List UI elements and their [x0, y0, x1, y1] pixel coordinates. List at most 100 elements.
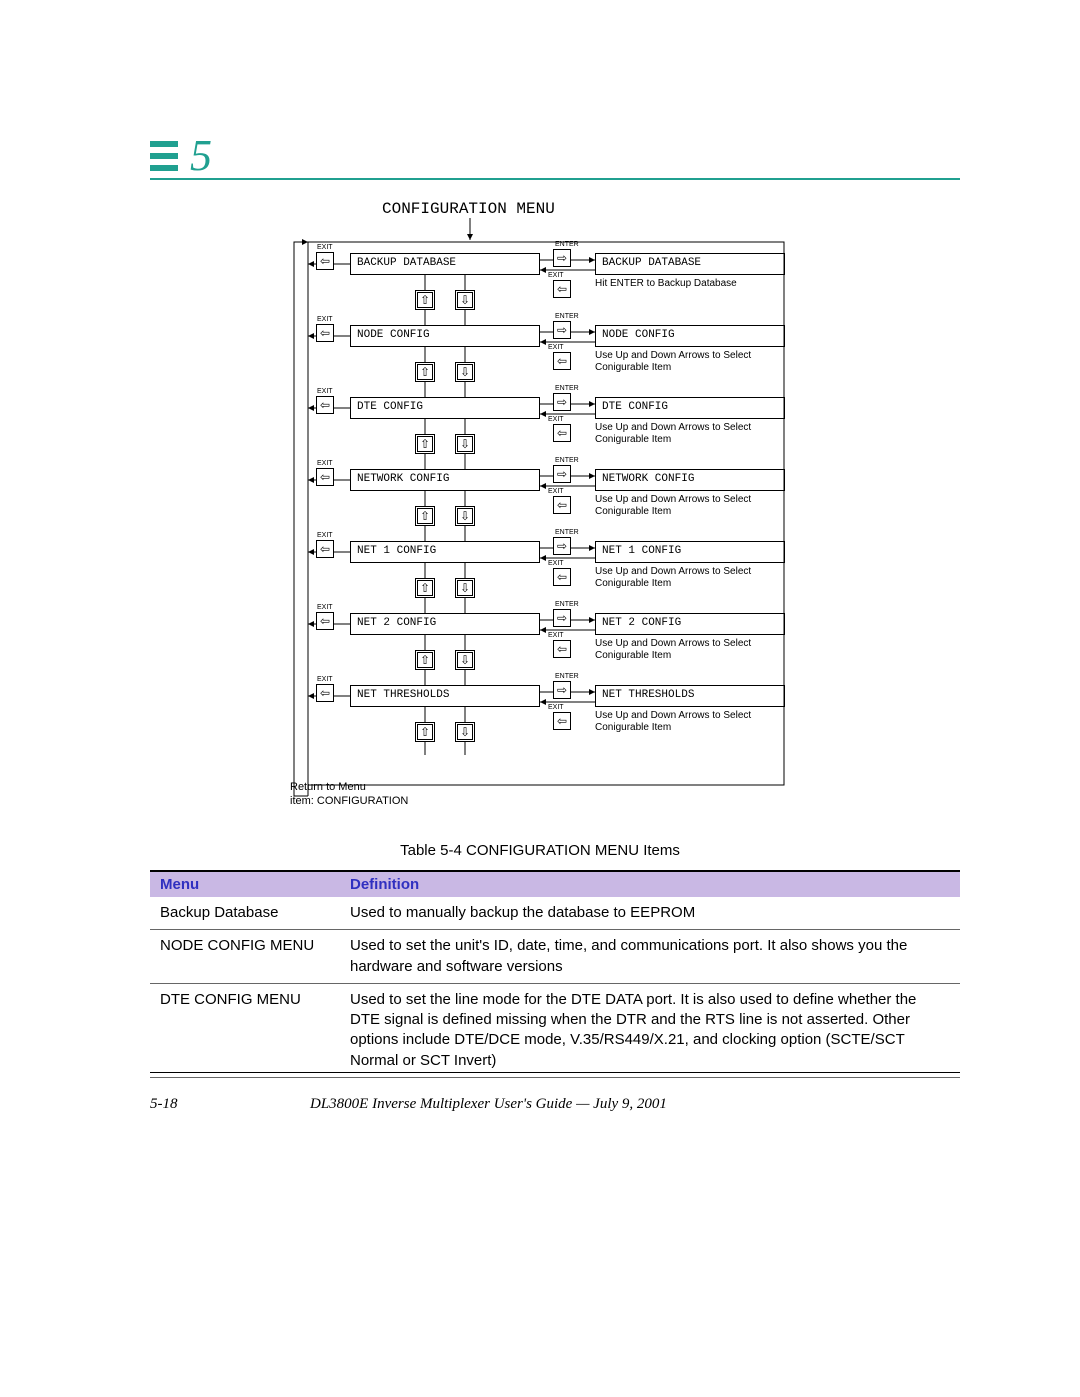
exit-label: EXIT: [317, 244, 333, 251]
arrow-right-icon: ⇨: [553, 681, 571, 699]
submenu-label: BACKUP DATABASE: [602, 257, 701, 269]
chapter-marker: 5: [150, 130, 212, 181]
arrow-down-icon: ⇩: [455, 578, 475, 598]
table-cell-definition: Used to set the unit's ID, date, time, a…: [340, 930, 960, 984]
table-caption: Table 5-4 CONFIGURATION MENU Items: [0, 842, 1080, 859]
return-note-line2: item: CONFIGURATION: [290, 795, 408, 807]
enter-label: ENTER: [555, 529, 579, 536]
arrow-left-icon: ⇦: [553, 352, 571, 370]
arrow-left-icon: ⇦: [316, 468, 334, 486]
arrow-right-icon: ⇨: [553, 465, 571, 483]
exit-label: EXIT: [317, 604, 333, 611]
table-row: NODE CONFIG MENU Used to set the unit's …: [150, 930, 960, 984]
submenu-dte-config: DTE CONFIG: [595, 397, 785, 419]
page-footer: 5-18 DL3800E Inverse Multiplexer User's …: [150, 1096, 960, 1113]
hint-text: Use Up and Down Arrows to Select Conigur…: [595, 494, 795, 518]
hint-text: Use Up and Down Arrows to Select Conigur…: [595, 566, 795, 590]
table-cell-menu: DTE CONFIG MENU: [150, 983, 340, 1077]
arrow-down-icon: ⇩: [455, 362, 475, 382]
arrow-up-icon: ⇧: [415, 506, 435, 526]
menu-item-label: NET 2 CONFIG: [357, 617, 436, 629]
submenu-label: NODE CONFIG: [602, 329, 675, 341]
hint-text: Hit ENTER to Backup Database: [595, 278, 795, 290]
submenu-node-config: NODE CONFIG: [595, 325, 785, 347]
arrow-left-icon: ⇦: [553, 424, 571, 442]
menu-item-label: NET THRESHOLDS: [357, 689, 449, 701]
arrow-left-icon: ⇦: [553, 280, 571, 298]
logo-bars-icon: [150, 141, 178, 171]
menu-item-label: NET 1 CONFIG: [357, 545, 436, 557]
submenu-label: DTE CONFIG: [602, 401, 668, 413]
table-cell-definition: Used to manually backup the database to …: [340, 897, 960, 930]
arrow-right-icon: ⇨: [553, 393, 571, 411]
menu-item-dte-config: DTE CONFIG: [350, 397, 540, 419]
table-row: Backup Database Used to manually backup …: [150, 897, 960, 930]
table-header-menu: Menu: [150, 871, 340, 897]
exit-label: EXIT: [548, 632, 564, 639]
diagram-title: CONFIGURATION MENU: [382, 200, 555, 218]
arrow-up-icon: ⇧: [415, 650, 435, 670]
submenu-net1-config: NET 1 CONFIG: [595, 541, 785, 563]
document-title: DL3800E Inverse Multiplexer User's Guide…: [310, 1096, 960, 1113]
exit-label: EXIT: [317, 532, 333, 539]
enter-label: ENTER: [555, 601, 579, 608]
submenu-net2-config: NET 2 CONFIG: [595, 613, 785, 635]
menu-item-label: BACKUP DATABASE: [357, 257, 456, 269]
table-cell-definition: Used to set the line mode for the DTE DA…: [340, 983, 960, 1077]
arrow-down-icon: ⇩: [455, 434, 475, 454]
menu-item-label: NODE CONFIG: [357, 329, 430, 341]
arrow-left-icon: ⇦: [316, 324, 334, 342]
arrow-down-icon: ⇩: [455, 650, 475, 670]
submenu-label: NET 1 CONFIG: [602, 545, 681, 557]
footer-rule: [150, 1072, 960, 1073]
arrow-left-icon: ⇦: [316, 684, 334, 702]
arrow-left-icon: ⇦: [553, 640, 571, 658]
configuration-menu-diagram: CONFIGURATION MENU EXIT ⇦ BACKUP DATABAS…: [270, 200, 830, 820]
config-menu-items-table: Menu Definition Backup Database Used to …: [150, 870, 960, 1078]
exit-label: EXIT: [317, 460, 333, 467]
arrow-up-icon: ⇧: [415, 578, 435, 598]
enter-label: ENTER: [555, 457, 579, 464]
table-cell-menu: Backup Database: [150, 897, 340, 930]
arrow-up-icon: ⇧: [415, 722, 435, 742]
arrow-down-icon: ⇩: [455, 506, 475, 526]
hint-text: Use Up and Down Arrows to Select Conigur…: [595, 350, 795, 374]
hint-text: Use Up and Down Arrows to Select Conigur…: [595, 710, 795, 734]
exit-label: EXIT: [548, 560, 564, 567]
arrow-up-icon: ⇧: [415, 434, 435, 454]
submenu-label: NETWORK CONFIG: [602, 473, 694, 485]
arrow-down-icon: ⇩: [455, 290, 475, 310]
submenu-backup-database: BACKUP DATABASE: [595, 253, 785, 275]
table-row: DTE CONFIG MENU Used to set the line mod…: [150, 983, 960, 1077]
exit-label: EXIT: [548, 344, 564, 351]
arrow-left-icon: ⇦: [316, 540, 334, 558]
return-note: Return to Menu item: CONFIGURATION: [290, 780, 408, 808]
exit-label: EXIT: [548, 416, 564, 423]
arrow-right-icon: ⇨: [553, 609, 571, 627]
exit-label: EXIT: [317, 316, 333, 323]
exit-label: EXIT: [548, 272, 564, 279]
table-cell-menu: NODE CONFIG MENU: [150, 930, 340, 984]
chapter-number: 5: [190, 130, 212, 181]
arrow-right-icon: ⇨: [553, 537, 571, 555]
exit-label: EXIT: [548, 488, 564, 495]
menu-item-node-config: NODE CONFIG: [350, 325, 540, 347]
menu-item-label: NETWORK CONFIG: [357, 473, 449, 485]
hint-text: Use Up and Down Arrows to Select Conigur…: [595, 638, 795, 662]
page-number: 5-18: [150, 1096, 310, 1113]
enter-label: ENTER: [555, 241, 579, 248]
arrow-up-icon: ⇧: [415, 362, 435, 382]
exit-label: EXIT: [317, 388, 333, 395]
submenu-label: NET THRESHOLDS: [602, 689, 694, 701]
arrow-left-icon: ⇦: [316, 612, 334, 630]
enter-label: ENTER: [555, 313, 579, 320]
menu-item-net1-config: NET 1 CONFIG: [350, 541, 540, 563]
submenu-network-config: NETWORK CONFIG: [595, 469, 785, 491]
arrow-up-icon: ⇧: [415, 290, 435, 310]
submenu-label: NET 2 CONFIG: [602, 617, 681, 629]
table-header-definition: Definition: [340, 871, 960, 897]
return-note-line1: Return to Menu: [290, 781, 366, 793]
menu-item-net-thresholds: NET THRESHOLDS: [350, 685, 540, 707]
menu-item-label: DTE CONFIG: [357, 401, 423, 413]
enter-label: ENTER: [555, 385, 579, 392]
